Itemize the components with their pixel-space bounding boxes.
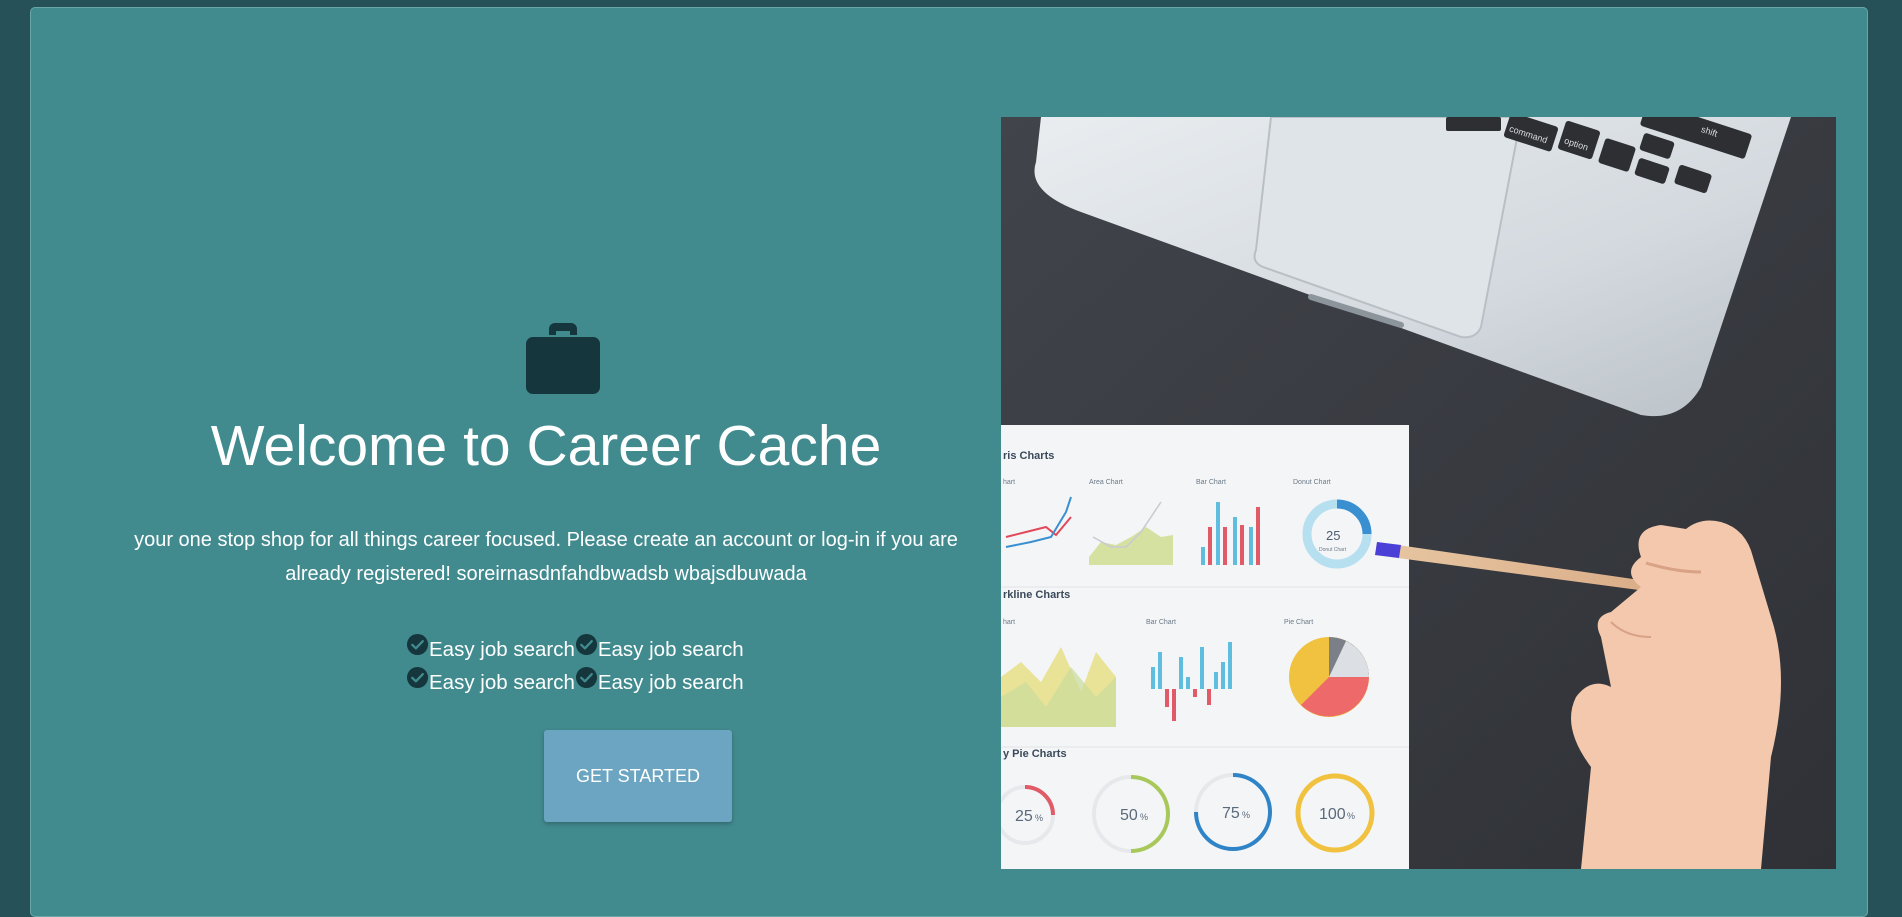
- sheet-heading-3: y Pie Charts: [1003, 748, 1067, 760]
- check-circle-icon: [575, 666, 597, 689]
- page-title: Welcome to Career Cache: [210, 414, 882, 478]
- feature-label: Easy job search: [597, 638, 744, 661]
- check-circle-icon: [406, 633, 429, 656]
- mini-label: hart: [1003, 479, 1015, 486]
- feature-label: Easy job search: [429, 671, 575, 694]
- ring-unit: %: [1035, 813, 1043, 823]
- hero-content: Welcome to Career Cache your one stop sh…: [106, 8, 986, 910]
- ring-unit: %: [1140, 812, 1148, 822]
- hero-subtitle: your one stop shop for all things career…: [134, 529, 958, 585]
- mini-label: Bar Chart: [1146, 619, 1176, 626]
- sheet-heading-1: ris Charts: [1003, 450, 1054, 462]
- laptop-and-charts-photo: command option shift ris Charts rkline C…: [1001, 117, 1836, 869]
- donut-caption: Donut Chart: [1319, 547, 1347, 553]
- mini-label: Bar Chart: [1196, 479, 1226, 486]
- mini-label: hart: [1003, 619, 1015, 626]
- feature-label: Easy job search: [429, 638, 575, 661]
- feature-item: Easy job search: [575, 666, 744, 699]
- mini-label: Area Chart: [1089, 479, 1123, 486]
- check-circle-icon: [406, 666, 429, 689]
- feature-list: Easy job search Easy job search Easy job…: [406, 633, 806, 699]
- check-circle-icon: [575, 633, 597, 656]
- sheet-heading-2: rkline Charts: [1003, 589, 1070, 601]
- briefcase-icon: [526, 323, 600, 394]
- mini-label: Pie Chart: [1284, 619, 1313, 626]
- ring-value: 75: [1222, 805, 1240, 822]
- feature-item: Easy job search: [406, 666, 575, 699]
- ring-value: 100: [1319, 806, 1346, 823]
- ring-value: 50: [1120, 807, 1138, 824]
- get-started-button[interactable]: GET STARTED: [544, 730, 732, 822]
- ring-unit: %: [1242, 810, 1250, 820]
- ring-value: 25: [1015, 808, 1033, 825]
- mini-label: Donut Chart: [1293, 479, 1331, 486]
- feature-label: Easy job search: [597, 671, 744, 694]
- donut-value: 25: [1326, 528, 1340, 543]
- feature-item: Easy job search: [406, 633, 575, 666]
- ring-unit: %: [1347, 811, 1355, 821]
- hero-image: command option shift ris Charts rkline C…: [1001, 117, 1836, 869]
- feature-item: Easy job search: [575, 633, 744, 666]
- hero-card: Welcome to Career Cache your one stop sh…: [30, 7, 1868, 917]
